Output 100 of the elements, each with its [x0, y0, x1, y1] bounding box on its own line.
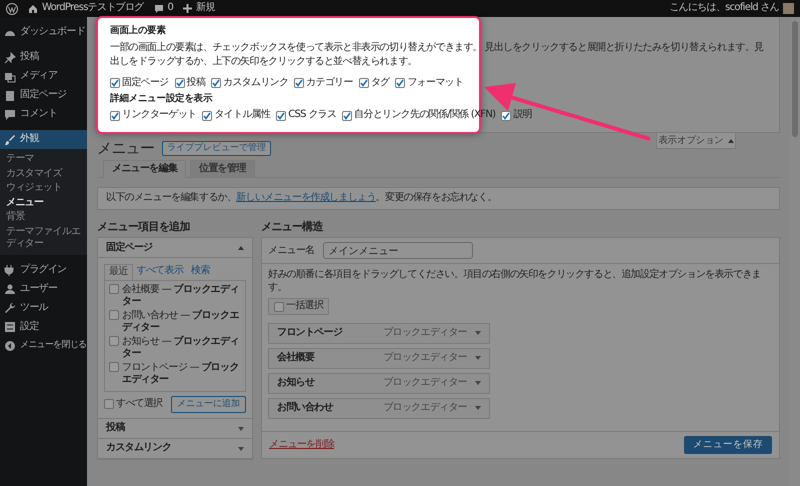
create-menu-link[interactable]: 新しいメニューを作成しましょう [236, 192, 376, 203]
submenu-item[interactable]: ウィジェット [0, 181, 87, 196]
brush-icon [4, 134, 16, 146]
sidebar-item[interactable]: 外観 [0, 130, 87, 149]
sidebar-item[interactable]: プラグイン [0, 260, 87, 280]
accordion-header[interactable]: 投稿 [98, 419, 252, 439]
panel-tab[interactable]: 最近 [104, 264, 133, 280]
submenu-item[interactable]: メニュー [0, 196, 87, 210]
instructions-text: 好みの順番に各項目をドラッグしてください。項目の右側の矢印をクリックすると、追加設定オプションを表示できます。 [268, 269, 762, 294]
new-link[interactable]: 新規 [196, 2, 215, 15]
sidebar-item[interactable]: 投稿 [0, 48, 87, 67]
checkbox-label: 一括選択 [286, 300, 324, 313]
sidebar-item[interactable]: 設定 [0, 318, 87, 336]
live-preview-button[interactable]: ライブプレビューで管理 [162, 140, 272, 156]
checkbox[interactable] [110, 78, 120, 88]
home-icon[interactable] [28, 4, 38, 14]
scrollbar-thumb[interactable] [792, 21, 798, 137]
submenu-item[interactable]: テーマ [0, 152, 87, 166]
checkbox[interactable] [358, 78, 369, 88]
checkbox[interactable] [110, 110, 120, 120]
media-icon [4, 70, 16, 82]
checkbox-label: フロントページ — ブロックエディター [122, 362, 240, 387]
sidebar-item[interactable]: ダッシュボード [0, 23, 87, 42]
comment-icon [4, 108, 16, 120]
checkbox[interactable] [294, 78, 304, 88]
checkbox[interactable] [174, 78, 185, 88]
checkbox[interactable] [109, 310, 119, 320]
pin-icon [4, 52, 16, 64]
page-icon [4, 90, 16, 102]
checkbox[interactable] [104, 399, 114, 410]
nav-tab[interactable]: メニューを編集 [103, 160, 186, 178]
collapse-icon [4, 340, 16, 352]
add-to-menu-button[interactable]: メニューに追加 [171, 396, 246, 413]
submenu-item[interactable]: 背景 [0, 210, 87, 224]
checkbox-label: 説明 [513, 109, 532, 122]
checkbox-label: フォーマット [407, 76, 464, 90]
site-title-link[interactable]: WordPressテストブログ [42, 2, 144, 15]
panel-tab[interactable]: すべて表示 [132, 264, 188, 280]
sidebar-item[interactable]: コメント [0, 105, 87, 124]
panel-heading: 画面上の要素 [110, 25, 167, 37]
panel-heading: 詳細メニュー設定を表示 [110, 93, 214, 106]
field-label: メニュー名 [268, 244, 315, 257]
checkbox-label: カスタムリンク [223, 76, 288, 90]
sidebar-item[interactable]: メニューを閉じる [0, 336, 87, 356]
notice-text: 以下のメニューを編集するか、新しいメニューを作成しましょう。変更の保存をお忘れなく。 [106, 192, 498, 204]
checkbox[interactable] [109, 284, 119, 294]
checkbox-label: タイトル属性 [214, 109, 270, 122]
panel-tab[interactable]: 検索 [187, 264, 214, 280]
wrench-icon [4, 302, 16, 314]
checkbox[interactable] [342, 110, 352, 120]
checkbox-label: CSS クラス [288, 109, 336, 122]
accordion-header[interactable]: 固定ページ [98, 238, 252, 258]
comment-icon[interactable] [154, 4, 164, 14]
checkbox[interactable] [109, 336, 119, 346]
delete-menu-link[interactable]: メニューを削除 [269, 439, 334, 452]
checkbox[interactable] [202, 110, 212, 120]
sidebar-item[interactable]: ツール [0, 298, 87, 318]
wordpress-logo-icon[interactable] [6, 2, 18, 14]
settings-icon [4, 321, 16, 333]
description-text: 一部の画面上の要素は、チェックボックスを使って表示と非表示の切り替えができます。 見出しをクリックすると展開と折りたたみを切り替えられます。見出しをドラッグするか、上下の矢印をクリックすると並べ替えられます。 [110, 40, 764, 69]
checkbox[interactable] [274, 302, 284, 312]
menu-item-bar[interactable]: お知らせ ブロックエディター [268, 372, 490, 394]
nav-tab[interactable]: 位置を管理 [190, 160, 255, 177]
checkbox-label: タグ [370, 76, 390, 90]
checkbox-label: すべて選択 [116, 398, 163, 411]
checkbox-label: お知らせ — ブロックエディター [122, 336, 240, 361]
checkbox[interactable] [395, 78, 406, 88]
comment-count[interactable]: 0 [168, 2, 174, 15]
caret-icon [238, 246, 244, 250]
checkbox[interactable] [276, 110, 286, 120]
screen-options-toggle[interactable]: 表示オプション [656, 133, 736, 149]
plug-icon [4, 264, 16, 276]
menu-item-bar[interactable]: 会社概要 ブロックエディター [268, 348, 490, 369]
sidebar-item[interactable]: 固定ページ [0, 86, 87, 105]
sidebar-item[interactable]: ユーザー [0, 280, 87, 298]
menu-name-field[interactable]: メインメニュー [322, 242, 473, 260]
save-menu-button[interactable]: メニューを保存 [684, 436, 772, 454]
menu-item-bar[interactable]: お問い合わせ ブロックエディター [268, 398, 490, 419]
checkbox[interactable] [109, 362, 119, 372]
accordion-header[interactable]: カスタムリンク [98, 439, 252, 459]
submenu-item[interactable]: カスタマイズ [0, 166, 87, 181]
plus-icon[interactable] [183, 4, 192, 13]
menu-item-bar[interactable]: フロントページ ブロックエディター [268, 322, 490, 344]
checkbox[interactable] [501, 110, 512, 120]
checkbox-label: 固定ページ [122, 76, 169, 90]
checkbox-label: お問い合わせ — ブロックエディター [122, 310, 240, 335]
section-heading: メニュー構造 [261, 220, 324, 234]
checkbox-label: 投稿 [186, 76, 206, 90]
checkbox-label: 会社概要 — ブロックエディター [122, 284, 240, 309]
caret-icon [238, 446, 244, 450]
checkbox-label: カテゴリー [306, 76, 353, 90]
caret-icon [728, 138, 734, 142]
user-icon [4, 283, 16, 295]
checkbox[interactable] [211, 78, 222, 88]
sidebar-item[interactable]: メディア [0, 67, 87, 86]
section-heading: メニュー項目を追加 [97, 220, 191, 234]
submenu-item[interactable]: テーマファイルエディター [0, 224, 87, 252]
greeting-link[interactable]: こんにちは、scofield さん [669, 2, 779, 15]
page-title: メニュー [97, 140, 154, 156]
checkbox-label: リンクターゲット [122, 109, 196, 122]
